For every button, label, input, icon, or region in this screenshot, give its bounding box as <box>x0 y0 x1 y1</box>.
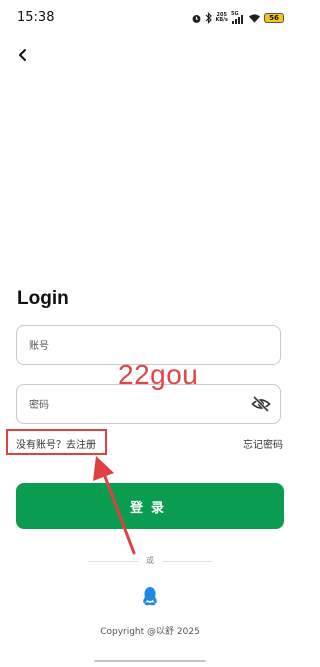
toggle-password-visibility[interactable] <box>251 395 271 413</box>
annotation-highlight-box <box>6 429 107 455</box>
network-speed: 205 KB/s <box>215 12 229 23</box>
alarm-icon <box>192 14 200 23</box>
status-bar: 15:38 205 KB/s 5G 56 <box>0 0 300 36</box>
bluetooth-icon <box>205 12 212 24</box>
divider-line-left <box>88 561 138 562</box>
status-icons: 205 KB/s 5G 56 <box>191 11 284 25</box>
divider-text: 或 <box>146 556 154 565</box>
chevron-left-icon <box>19 49 26 61</box>
password-input[interactable] <box>27 385 261 425</box>
copyright-text: Copyright @以舒 2025 <box>100 627 200 637</box>
eye-slash-icon <box>251 395 271 413</box>
wifi-icon <box>248 13 261 23</box>
status-time: 15:38 <box>17 10 55 25</box>
forgot-password-link[interactable]: 忘记密码 <box>243 436 283 451</box>
qq-login-button[interactable] <box>141 586 159 606</box>
watermark-text: 22gou <box>118 359 199 390</box>
page-title: Login <box>17 288 69 309</box>
divider-line-right <box>162 561 212 562</box>
battery-icon: 56 <box>264 13 284 23</box>
back-button[interactable] <box>14 44 34 66</box>
signal-5g-icon: 5G <box>231 11 245 25</box>
qq-penguin-icon <box>143 587 157 606</box>
home-indicator <box>94 660 206 662</box>
login-button[interactable]: 登录 <box>16 483 284 529</box>
